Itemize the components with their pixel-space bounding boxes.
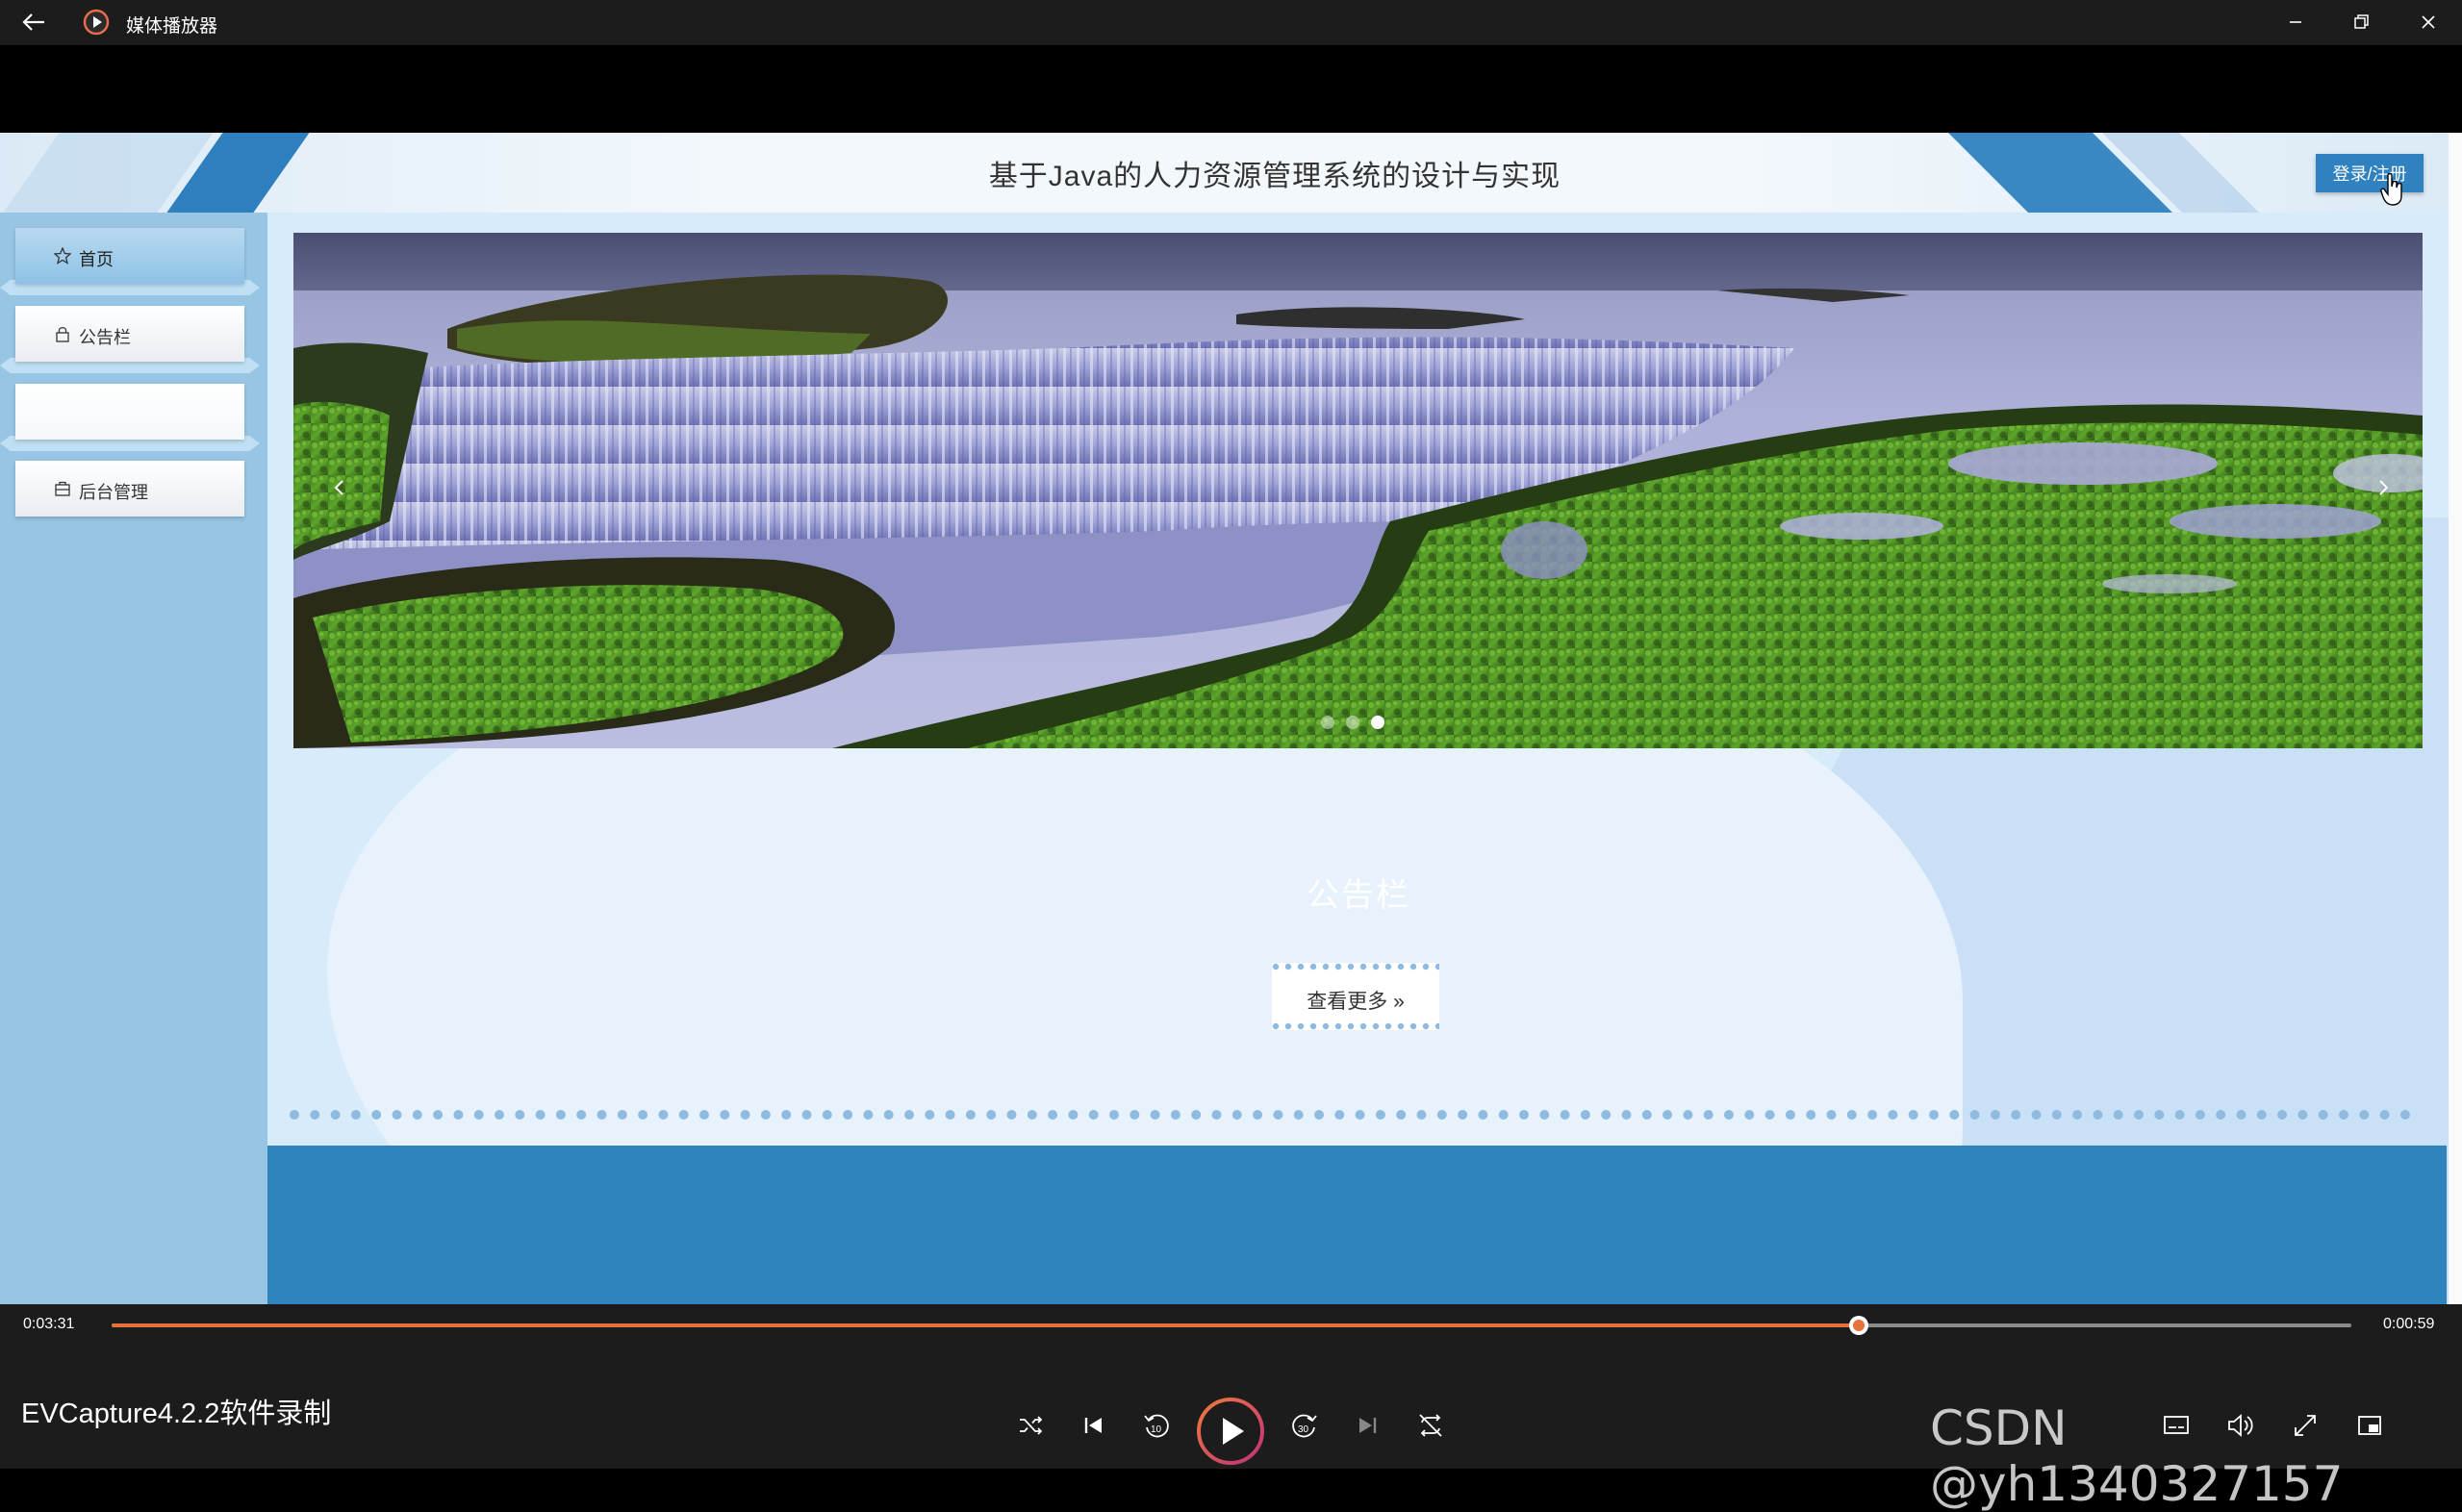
page-title: 基于Java的人力资源管理系统的设计与实现 bbox=[988, 161, 1561, 192]
sidebar-menu: 首页 公告栏 后台管理 bbox=[0, 213, 267, 1304]
carousel-indicators bbox=[1321, 716, 1384, 729]
site-header: 基于Java的人力资源管理系统的设计与实现 登录/注册 bbox=[0, 133, 2462, 213]
view-more-label: 查看更多 » bbox=[1272, 986, 1439, 1015]
double-chevron-right-icon: » bbox=[1387, 991, 1405, 1013]
view-more-button[interactable]: 查看更多 » bbox=[1272, 963, 1439, 1030]
carousel-prev-icon[interactable] bbox=[328, 473, 351, 502]
vertical-scrollbar[interactable] bbox=[2449, 133, 2462, 1304]
image-carousel[interactable] bbox=[293, 233, 2423, 748]
login-register-button[interactable]: 登录/注册 bbox=[2316, 154, 2424, 192]
next-track-icon[interactable] bbox=[1348, 1406, 1386, 1445]
waterfall-landscape-image bbox=[293, 233, 2423, 748]
shuffle-icon[interactable] bbox=[1011, 1406, 1050, 1445]
current-time: 0:03:31 bbox=[23, 1316, 75, 1332]
svg-text:30: 30 bbox=[1298, 1424, 1309, 1435]
sidebar-item-notice[interactable]: 公告栏 bbox=[0, 298, 260, 373]
close-icon[interactable] bbox=[2411, 6, 2446, 38]
carousel-dot[interactable] bbox=[1321, 716, 1334, 729]
window-title: 媒体播放器 bbox=[126, 16, 218, 37]
restore-icon[interactable] bbox=[2344, 6, 2378, 38]
svg-text:10: 10 bbox=[1151, 1424, 1162, 1435]
carousel-next-icon[interactable] bbox=[2372, 473, 2395, 502]
view-more-text: 查看更多 bbox=[1307, 991, 1388, 1013]
back-arrow-icon[interactable] bbox=[17, 8, 50, 37]
sidebar-item-home[interactable]: 首页 bbox=[0, 220, 260, 295]
menu-item-bar bbox=[15, 228, 244, 284]
hand-cursor-icon bbox=[2380, 173, 2402, 206]
play-button[interactable] bbox=[1196, 1397, 1265, 1466]
sidebar-item-label: 公告栏 bbox=[79, 328, 131, 347]
watermark: CSDN @yh1340327157 bbox=[1930, 1400, 2344, 1512]
seek-progress bbox=[112, 1323, 1859, 1327]
minimize-icon[interactable] bbox=[2278, 6, 2313, 38]
repeat-off-icon[interactable] bbox=[1411, 1406, 1450, 1445]
briefcase-icon bbox=[55, 481, 70, 496]
sidebar-item-admin[interactable]: 后台管理 bbox=[0, 453, 258, 520]
carousel-dot[interactable] bbox=[1346, 716, 1359, 729]
notice-section-title: 公告栏 bbox=[1307, 877, 1410, 914]
lock-icon bbox=[56, 327, 69, 342]
seek-thumb[interactable] bbox=[1848, 1316, 1868, 1335]
sidebar-item-label: 后台管理 bbox=[79, 483, 148, 502]
carousel-dot-active[interactable] bbox=[1371, 716, 1384, 729]
dotted-divider bbox=[290, 1110, 2410, 1120]
sidebar-item-hidden[interactable] bbox=[0, 376, 260, 451]
window-title-bar: 媒体播放器 bbox=[0, 0, 2462, 45]
remaining-time: 0:00:59 bbox=[2383, 1316, 2435, 1332]
seek-bar[interactable] bbox=[112, 1316, 2351, 1335]
sidebar-item-label: 首页 bbox=[79, 250, 114, 269]
skip-back-10-icon[interactable]: 10 bbox=[1137, 1406, 1176, 1445]
dotted-border bbox=[1272, 963, 1439, 970]
media-player-app-icon bbox=[83, 9, 110, 36]
previous-track-icon[interactable] bbox=[1075, 1406, 1113, 1445]
dotted-border bbox=[1272, 1022, 1439, 1030]
page-footer bbox=[267, 1146, 2447, 1304]
video-frame[interactable]: 基于Java的人力资源管理系统的设计与实现 登录/注册 首页 公告栏 后台管理 bbox=[0, 133, 2462, 1304]
skip-forward-30-icon[interactable]: 30 bbox=[1285, 1406, 1324, 1445]
media-title: EVCapture4.2.2软件录制 bbox=[21, 1399, 332, 1429]
menu-item-bar bbox=[15, 384, 244, 440]
player-controls: 0:03:31 0:00:59 EVCapture4.2.2软件录制 10 30… bbox=[0, 1304, 2462, 1512]
star-icon bbox=[54, 247, 71, 265]
